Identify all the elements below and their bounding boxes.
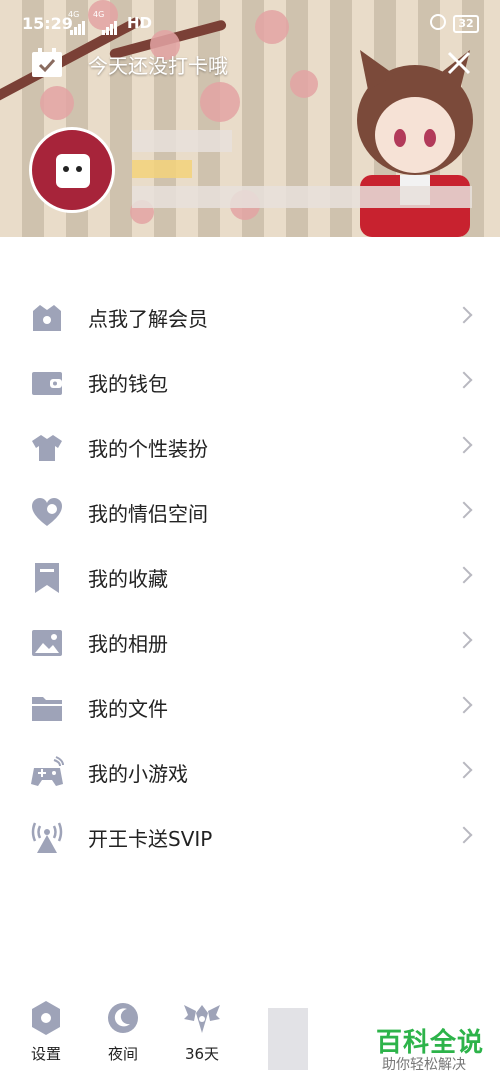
status-time: 15:29 <box>22 14 73 33</box>
alarm-icon <box>430 14 446 30</box>
menu-label: 我的钱包 <box>88 372 168 396</box>
chevron-right-icon <box>455 371 473 389</box>
shirt-icon <box>32 435 62 461</box>
blurred-signature <box>132 186 472 208</box>
chevron-right-icon <box>455 306 473 324</box>
status-bar: 15:29 4G 4G HD 32 <box>0 0 500 48</box>
signal-tower-icon <box>31 822 63 853</box>
blossom-decoration <box>40 86 74 120</box>
menu-label: 我的文件 <box>88 697 168 721</box>
menu-item-files[interactable]: 我的文件 <box>0 675 500 740</box>
days-label: 36天 <box>184 1045 220 1063</box>
menu-label: 点我了解会员 <box>88 307 208 331</box>
menu-item-album[interactable]: 我的相册 <box>0 610 500 675</box>
menu-label: 我的相册 <box>88 632 168 656</box>
blurred-badge <box>132 160 192 178</box>
settings-icon <box>32 1001 60 1035</box>
profile-header: 15:29 4G 4G HD 32 今天还没打卡哦 <box>0 0 500 237</box>
folder-icon <box>32 697 62 721</box>
menu-item-couple[interactable]: 我的情侣空间 <box>0 480 500 545</box>
night-mode-label: 夜间 <box>107 1045 138 1063</box>
network-label: 4G <box>68 10 80 19</box>
signal-icon <box>102 16 118 35</box>
menu-item-theme[interactable]: 我的个性装扮 <box>0 415 500 480</box>
chevron-right-icon <box>455 501 473 519</box>
night-mode-button[interactable]: 夜间 <box>93 995 153 1064</box>
heart-icon <box>32 498 62 526</box>
checkin-banner[interactable]: 今天还没打卡哦 <box>30 48 471 78</box>
menu-item-wallet[interactable]: 我的钱包 <box>0 350 500 415</box>
network-label: 4G <box>93 10 105 19</box>
battery-icon: 32 <box>453 15 479 33</box>
watermark-subtitle: 助你轻松解决 <box>382 1057 466 1073</box>
chevron-right-icon <box>455 761 473 779</box>
moon-icon <box>108 1003 138 1033</box>
avatar-eye <box>63 166 69 172</box>
chevron-right-icon <box>455 826 473 844</box>
menu-item-games[interactable]: 我的小游戏 <box>0 740 500 805</box>
avatar-face <box>56 154 90 188</box>
menu-item-favorites[interactable]: 我的收藏 <box>0 545 500 610</box>
avatar-eye <box>76 166 82 172</box>
bookmark-icon <box>35 563 59 593</box>
menu-item-wangka[interactable]: 开王卡送SVIP <box>0 805 500 870</box>
anime-character-image <box>357 50 473 237</box>
chevron-right-icon <box>455 631 473 649</box>
menu-label: 开王卡送SVIP <box>88 827 213 851</box>
chevron-right-icon <box>455 696 473 714</box>
blurred-nickname <box>132 130 232 152</box>
menu-label: 我的情侣空间 <box>88 502 208 526</box>
vip-crown-icon <box>33 305 61 331</box>
wallet-icon <box>32 372 62 395</box>
close-icon[interactable] <box>444 48 474 78</box>
menu-label: 我的收藏 <box>88 567 168 591</box>
menu-item-vip[interactable]: 点我了解会员 <box>0 285 500 350</box>
calendar-check-icon <box>32 48 62 77</box>
days-button[interactable]: 36天 <box>172 995 232 1064</box>
gamepad-icon <box>31 756 64 786</box>
avatar[interactable] <box>29 127 115 213</box>
blurred-area <box>268 1008 308 1070</box>
winged-badge-icon <box>184 1005 220 1033</box>
settings-button[interactable]: 设置 <box>16 995 76 1064</box>
settings-label: 设置 <box>30 1045 61 1063</box>
hd-label: HD <box>127 14 153 32</box>
menu-label: 我的小游戏 <box>88 762 188 786</box>
chevron-right-icon <box>455 566 473 584</box>
chevron-right-icon <box>455 436 473 454</box>
menu-list: 点我了解会员 我的钱包 我的个性装扮 我的情侣空间 我的收藏 我的相册 我的文件… <box>0 285 500 870</box>
checkin-text: 今天还没打卡哦 <box>88 54 228 78</box>
photo-icon <box>32 630 62 656</box>
blossom-decoration <box>200 82 240 122</box>
menu-label: 我的个性装扮 <box>88 437 208 461</box>
